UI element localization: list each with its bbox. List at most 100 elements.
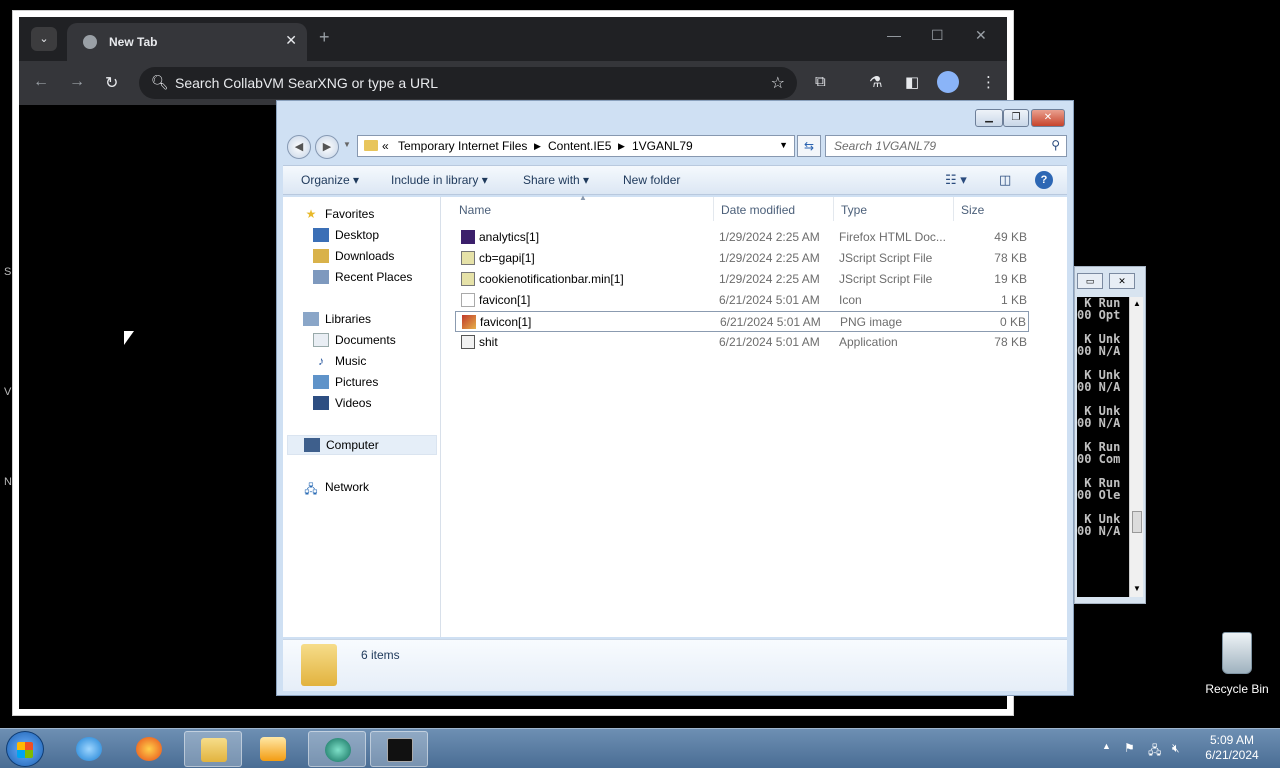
- network-icon: 🖧: [304, 482, 318, 496]
- close-icon[interactable]: ✕: [1031, 109, 1065, 127]
- chevron-down-icon[interactable]: ▼: [779, 140, 788, 150]
- recycle-bin[interactable]: Recycle Bin: [1202, 630, 1272, 700]
- pictures-icon: [313, 375, 329, 389]
- file-row[interactable]: cb=gapi[1] 1/29/2024 2:25 AM JScript Scr…: [455, 248, 1029, 269]
- nav-label: Music: [335, 354, 367, 368]
- star-icon: ★: [305, 207, 317, 221]
- side-panel-icon[interactable]: ◧: [905, 73, 919, 91]
- chevron-right-icon[interactable]: ▶: [618, 141, 625, 152]
- help-icon[interactable]: ?: [1035, 171, 1053, 189]
- column-divider[interactable]: [713, 197, 714, 221]
- column-header-size[interactable]: Size: [961, 203, 984, 217]
- file-date: 6/21/2024 5:01 AM: [719, 293, 820, 307]
- internet-explorer-icon: [76, 737, 102, 761]
- omnibox[interactable]: 🔍︎ Search CollabVM SearXNG or type a URL…: [139, 67, 797, 99]
- address-bar[interactable]: « Temporary Internet Files ▶ Content.IE5…: [357, 135, 795, 157]
- action-center-flag-icon[interactable]: ⚑: [1124, 741, 1135, 755]
- share-with-button[interactable]: Share with ▾: [523, 173, 589, 187]
- volume-muted-icon[interactable]: 🔇︎: [1172, 741, 1180, 756]
- new-folder-button[interactable]: New folder: [623, 173, 680, 187]
- network-icon[interactable]: 🖧: [1148, 741, 1161, 762]
- chrome-toolbar: ← → ↻ 🔍︎ Search CollabVM SearXNG or type…: [19, 61, 1007, 105]
- search-placeholder: Search 1VGANL79: [834, 139, 937, 153]
- recent-pages-icon[interactable]: ▼: [343, 140, 351, 149]
- refresh-icon[interactable]: ⇆: [797, 135, 821, 157]
- file-row[interactable]: analytics[1] 1/29/2024 2:25 AM Firefox H…: [455, 227, 1029, 248]
- taskbar-explorer[interactable]: [184, 731, 242, 767]
- chevron-right-icon[interactable]: ▶: [534, 141, 541, 152]
- close-window-icon[interactable]: ✕: [975, 27, 987, 44]
- forward-icon[interactable]: →: [69, 73, 85, 91]
- file-size: 0 KB: [999, 315, 1026, 329]
- recent-places-icon: [313, 270, 329, 284]
- taskbar-command-prompt[interactable]: [370, 731, 428, 767]
- search-icon[interactable]: ⚲: [1051, 138, 1060, 152]
- reload-icon[interactable]: ↻: [105, 73, 118, 93]
- nav-computer[interactable]: Computer: [287, 435, 437, 455]
- clock[interactable]: 5:09 AM 6/21/2024: [1196, 733, 1268, 763]
- labs-icon[interactable]: ⚗: [869, 73, 882, 91]
- menu-icon[interactable]: ⋮: [981, 73, 996, 91]
- file-row[interactable]: shit 6/21/2024 5:01 AM Application 78 KB: [455, 332, 1029, 353]
- minimize-icon[interactable]: —: [887, 27, 901, 43]
- file-row[interactable]: favicon[1] 6/21/2024 5:01 AM Icon 1 KB: [455, 290, 1029, 311]
- breadcrumb-item[interactable]: Content.IE5: [548, 139, 611, 153]
- column-divider[interactable]: [953, 197, 954, 221]
- show-hidden-icons-icon[interactable]: ▲: [1102, 741, 1111, 751]
- minimize-icon[interactable]: ▁: [975, 109, 1003, 127]
- scroll-thumb[interactable]: [1132, 511, 1142, 533]
- taskbar-internet-explorer[interactable]: [60, 731, 118, 767]
- organize-button[interactable]: Organize ▾: [301, 173, 359, 187]
- maximize-icon[interactable]: ☐: [931, 27, 944, 44]
- view-options-icon[interactable]: ☷ ▾: [945, 172, 967, 188]
- extensions-icon[interactable]: ⧉: [815, 73, 826, 90]
- documents-icon: [313, 333, 329, 347]
- back-icon[interactable]: ←: [33, 73, 49, 91]
- back-icon[interactable]: ◀: [287, 135, 311, 159]
- file-row[interactable]: favicon[1] 6/21/2024 5:01 AM PNG image 0…: [455, 311, 1029, 332]
- file-row[interactable]: cookienotificationbar.min[1] 1/29/2024 2…: [455, 269, 1029, 290]
- search-input[interactable]: Search 1VGANL79 ⚲: [825, 135, 1067, 157]
- column-header-name[interactable]: Name: [459, 203, 491, 217]
- close-icon[interactable]: ✕: [1109, 273, 1135, 289]
- file-name: favicon[1]: [479, 293, 531, 307]
- organize-label: Organize: [301, 173, 350, 187]
- close-icon[interactable]: ✕: [285, 32, 297, 49]
- taskbar-firefox[interactable]: [120, 731, 178, 767]
- plus-icon[interactable]: +: [319, 27, 330, 48]
- breadcrumb-overflow[interactable]: «: [382, 139, 389, 153]
- breadcrumb-item[interactable]: Temporary Internet Files: [398, 139, 527, 153]
- desktop-icon: [313, 228, 329, 242]
- sort-ascending-icon: ▲: [579, 193, 587, 202]
- column-header-date[interactable]: Date modified: [721, 203, 795, 217]
- file-type: JScript Script File: [839, 251, 933, 265]
- column-header-type[interactable]: Type: [841, 203, 867, 217]
- maximize-icon[interactable]: ▭: [1077, 273, 1103, 289]
- folder-icon: [364, 140, 378, 151]
- recycle-bin-label: Recycle Bin: [1205, 682, 1269, 696]
- restore-icon[interactable]: ❐: [1003, 109, 1029, 127]
- scroll-down-icon[interactable]: ▼: [1133, 584, 1141, 593]
- taskbar-media-player[interactable]: [244, 731, 302, 767]
- star-icon[interactable]: ☆: [771, 73, 785, 93]
- firefox-icon: [136, 737, 162, 761]
- file-list: ▲ Name Date modified Type Size analytics…: [441, 193, 1067, 637]
- forward-icon[interactable]: ▶: [315, 135, 339, 159]
- scroll-up-icon[interactable]: ▲: [1133, 299, 1141, 308]
- file-date: 1/29/2024 2:25 AM: [719, 230, 820, 244]
- console-scrollbar[interactable]: ▲ ▼: [1129, 297, 1143, 597]
- navigation-pane: ★ Favorites Desktop Downloads Recent Pla…: [283, 197, 441, 637]
- taskbar-chrome[interactable]: [308, 731, 366, 767]
- chrome-tab-strip: ⌄ New Tab ✕ + — ☐ ✕: [19, 17, 1007, 61]
- profile-icon[interactable]: [937, 71, 959, 93]
- breadcrumb-item[interactable]: 1VGANL79: [632, 139, 693, 153]
- start-button[interactable]: [6, 731, 44, 767]
- column-divider[interactable]: [833, 197, 834, 221]
- file-type: JScript Script File: [839, 272, 933, 286]
- tab-search-icon[interactable]: ⌄: [31, 27, 57, 51]
- include-in-library-button[interactable]: Include in library ▾: [391, 173, 488, 187]
- explorer-window: ▁ ❐ ✕ ◀ ▶ ▼ « Temporary Internet Files ▶…: [276, 100, 1074, 696]
- recycle-bin-icon: [1222, 632, 1252, 674]
- tab-new-tab[interactable]: New Tab ✕: [67, 23, 307, 61]
- preview-pane-icon[interactable]: ◫: [999, 172, 1011, 188]
